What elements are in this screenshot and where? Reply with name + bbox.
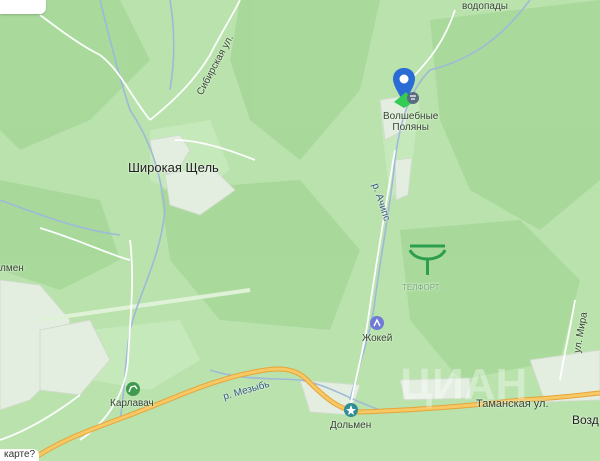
bottom-right-label: Возд: [572, 413, 599, 427]
dolmen-icon[interactable]: [343, 402, 359, 418]
waterfall-icon[interactable]: [406, 91, 420, 105]
map-canvas[interactable]: ЦИАН водопады Волшебные Поляны Широкая Щ…: [0, 0, 600, 461]
karlavach-label[interactable]: Карлавач: [110, 398, 154, 409]
left-edge-label: лмен: [0, 263, 24, 274]
top-left-control[interactable]: [0, 0, 46, 14]
feedback-link[interactable]: карте?: [0, 449, 40, 461]
horse-icon[interactable]: [125, 381, 141, 397]
poi-polyany-label[interactable]: Волшебные Поляны: [383, 111, 438, 133]
telfort-label: ТЕЛФОРТ: [402, 283, 440, 292]
waterfalls-label: водопады: [462, 1, 508, 12]
town-label[interactable]: Широкая Щель: [128, 160, 219, 175]
jockey-label[interactable]: Жокей: [362, 333, 392, 344]
street-tamanskaya-label: Таманская ул.: [476, 398, 549, 410]
dolmen-label[interactable]: Дольмен: [330, 420, 371, 431]
jockey-icon[interactable]: [369, 315, 385, 331]
